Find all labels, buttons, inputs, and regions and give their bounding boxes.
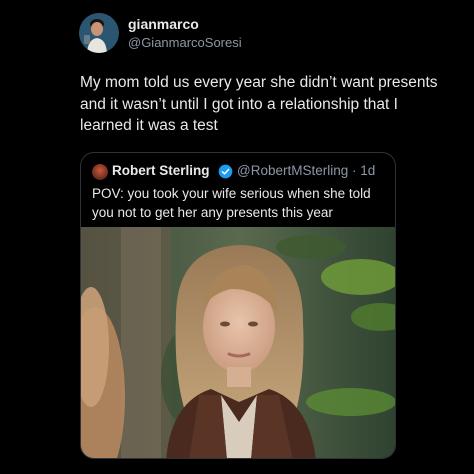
quoted-author-handle-time[interactable]: @RobertMSterling · 1d (237, 163, 375, 178)
quoted-author-avatar[interactable] (92, 164, 108, 180)
quoted-tweet-header: Robert Sterling @RobertMSterling · 1d (92, 163, 392, 181)
quoted-tweet-text: POV: you took your wife serious when she… (92, 186, 371, 220)
quoted-tweet[interactable]: Robert Sterling @RobertMSterling · 1d PO… (80, 152, 396, 459)
tweet-header: gianmarco @GianmarcoSoresi (79, 13, 459, 53)
avatar-photo-icon (79, 13, 119, 53)
quoted-tweet-photo[interactable] (81, 227, 396, 459)
author-handle[interactable]: @GianmarcoSoresi (128, 35, 242, 50)
author-name[interactable]: gianmarco (128, 16, 199, 32)
author-avatar[interactable] (79, 13, 119, 53)
verified-badge-icon (218, 164, 233, 179)
tweet-text: My mom told us every year she didn’t wan… (80, 74, 438, 134)
quoted-author-name[interactable]: Robert Sterling (112, 163, 210, 178)
